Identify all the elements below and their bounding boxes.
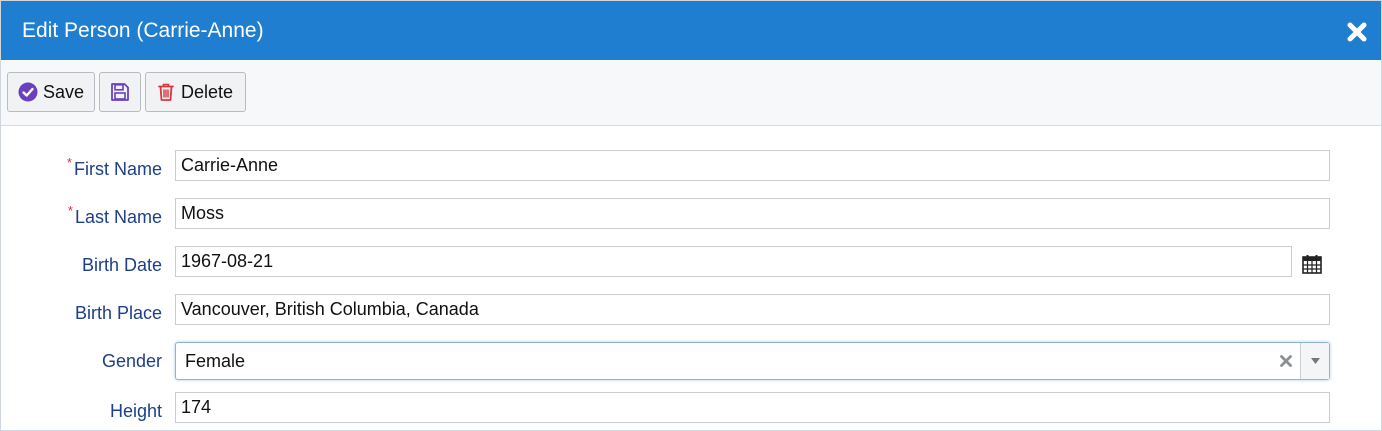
clear-x-icon[interactable] bbox=[1277, 352, 1295, 370]
birth-date-label: Birth Date bbox=[81, 255, 162, 275]
delete-button[interactable]: Delete bbox=[145, 72, 246, 112]
first-name-label: * First Name bbox=[66, 155, 162, 179]
required-marker: * bbox=[67, 203, 73, 218]
birth-date-field[interactable]: 1967-08-21 bbox=[175, 246, 1292, 277]
save-button-label: Save bbox=[43, 81, 85, 102]
close-icon[interactable] bbox=[1346, 21, 1368, 43]
birth-place-field[interactable]: Vancouver, British Columbia, Canada bbox=[175, 294, 1330, 325]
check-circle-icon bbox=[18, 82, 38, 102]
last-name-field[interactable]: Moss bbox=[175, 198, 1330, 229]
dropdown-arrow-icon[interactable] bbox=[1300, 343, 1329, 379]
height-field[interactable]: 174 bbox=[175, 392, 1330, 423]
floppy-disk-icon bbox=[110, 82, 130, 102]
gender-label: Gender bbox=[101, 351, 162, 371]
birth-place-label: Birth Place bbox=[74, 303, 162, 323]
save-button[interactable]: Save bbox=[7, 72, 95, 112]
required-marker: * bbox=[66, 155, 72, 170]
edit-person-dialog: Edit Person (Carrie-Anne) Save Delete * … bbox=[0, 0, 1382, 431]
first-name-field[interactable]: Carrie-Anne bbox=[175, 150, 1330, 181]
last-name-label: * Last Name bbox=[67, 203, 162, 227]
toolbar: Save Delete bbox=[1, 60, 1381, 126]
calendar-icon[interactable] bbox=[1301, 253, 1323, 275]
save-disk-button[interactable] bbox=[99, 72, 141, 112]
trash-icon bbox=[156, 82, 176, 102]
delete-button-label: Delete bbox=[181, 81, 234, 102]
gender-select[interactable]: Female bbox=[175, 342, 1330, 380]
dialog-title: Edit Person (Carrie-Anne) bbox=[22, 19, 264, 42]
height-label: Height bbox=[109, 401, 162, 421]
dialog-titlebar: Edit Person (Carrie-Anne) bbox=[1, 1, 1381, 60]
gender-selected-value: Female bbox=[185, 351, 246, 371]
